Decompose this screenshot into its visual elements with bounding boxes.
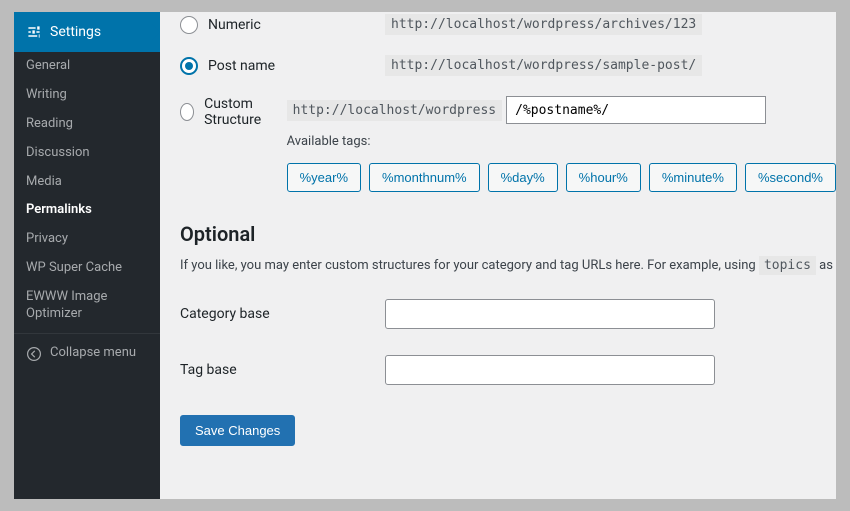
numeric-label: Numeric <box>208 17 261 33</box>
custom-prefix: http://localhost/wordpress <box>287 100 503 121</box>
permalink-option-postname[interactable]: Post name <box>180 57 385 75</box>
tag-base-input[interactable] <box>385 355 715 385</box>
chevron-left-circle-icon <box>24 344 44 364</box>
admin-sidebar: Settings General Writing Reading Discuss… <box>14 12 160 499</box>
available-tags-label: Available tags: <box>287 134 836 149</box>
numeric-radio[interactable] <box>180 16 198 34</box>
tag-day-button[interactable]: %day% <box>488 163 558 192</box>
tag-hour-button[interactable]: %hour% <box>566 163 641 192</box>
collapse-menu-button[interactable]: Collapse menu <box>14 333 160 374</box>
collapse-menu-label: Collapse menu <box>50 345 136 362</box>
sidebar-item-media[interactable]: Media <box>14 168 160 197</box>
sidebar-item-reading[interactable]: Reading <box>14 110 160 139</box>
custom-label: Custom Structure <box>204 96 287 128</box>
topics-code: topics <box>759 256 816 275</box>
sidebar-header-label: Settings <box>50 23 101 41</box>
available-tags: %year% %monthnum% %day% %hour% %minute% … <box>287 163 836 192</box>
category-base-label: Category base <box>180 306 385 322</box>
sidebar-item-privacy[interactable]: Privacy <box>14 225 160 254</box>
custom-structure-input[interactable] <box>506 96 766 124</box>
tag-second-button[interactable]: %second% <box>745 163 836 192</box>
tag-minute-button[interactable]: %minute% <box>649 163 737 192</box>
numeric-example: http://localhost/wordpress/archives/123 <box>385 14 702 35</box>
tag-base-label: Tag base <box>180 362 385 378</box>
sidebar-item-permalinks[interactable]: Permalinks <box>14 196 160 225</box>
sidebar-item-writing[interactable]: Writing <box>14 81 160 110</box>
custom-radio[interactable] <box>180 103 194 121</box>
sidebar-item-ewww[interactable]: EWWW Image Optimizer <box>14 283 160 329</box>
postname-example: http://localhost/wordpress/sample-post/ <box>385 55 702 76</box>
sidebar-item-wp-super-cache[interactable]: WP Super Cache <box>14 254 160 283</box>
postname-label: Post name <box>208 58 275 74</box>
postname-radio[interactable] <box>180 57 198 75</box>
sidebar-item-discussion[interactable]: Discussion <box>14 139 160 168</box>
save-changes-button[interactable]: Save Changes <box>180 415 295 446</box>
sidebar-item-general[interactable]: General <box>14 52 160 81</box>
optional-heading: Optional <box>180 222 836 246</box>
permalink-option-custom[interactable]: Custom Structure <box>180 96 287 128</box>
permalink-option-numeric[interactable]: Numeric <box>180 16 385 34</box>
main-content: Numeric http://localhost/wordpress/archi… <box>160 12 836 499</box>
tag-monthnum-button[interactable]: %monthnum% <box>369 163 480 192</box>
sidebar-header-settings[interactable]: Settings <box>14 12 160 52</box>
tag-year-button[interactable]: %year% <box>287 163 361 192</box>
category-base-input[interactable] <box>385 299 715 329</box>
sliders-icon <box>24 22 44 42</box>
optional-description: If you like, you may enter custom struct… <box>180 258 836 273</box>
